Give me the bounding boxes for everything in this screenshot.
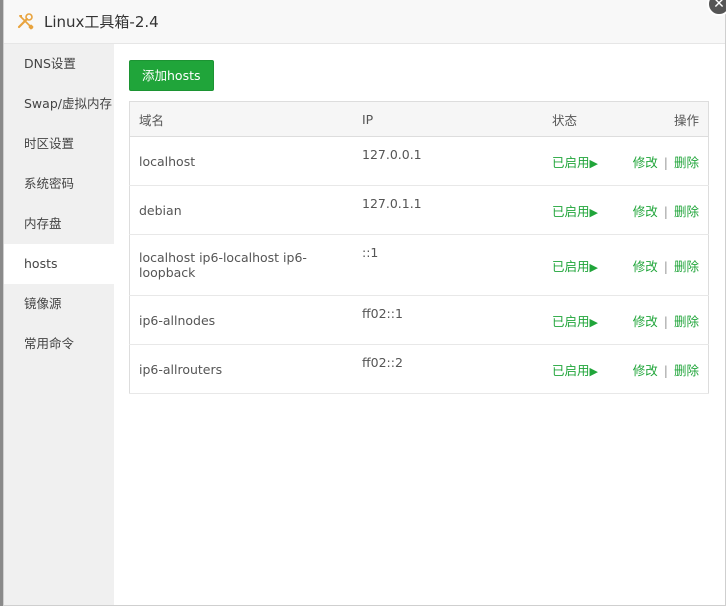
linux-toolbox-dialog: Linux工具箱-2.4 DNS设置 Swap/虚拟内存 时区设置 系统密码 内… bbox=[3, 0, 726, 606]
sidebar-item-dns[interactable]: DNS设置 bbox=[4, 44, 114, 84]
edit-link[interactable]: 修改 bbox=[633, 259, 658, 274]
table-row: localhost 127.0.0.1 已启用▶ 修改 | 删除 bbox=[129, 136, 709, 186]
domain-cell: localhost ip6-localhost ip6-loopback bbox=[129, 234, 353, 296]
ops-cell: 修改 | 删除 bbox=[614, 136, 709, 186]
delete-link[interactable]: 删除 bbox=[674, 155, 699, 170]
header-status: 状态 bbox=[543, 101, 615, 137]
dialog-title: Linux工具箱-2.4 bbox=[44, 13, 159, 31]
domain-cell: ip6-allrouters bbox=[129, 344, 353, 394]
status-toggle[interactable]: 已启用▶ bbox=[543, 234, 615, 296]
domain-cell: debian bbox=[129, 185, 353, 235]
ops-cell: 修改 | 删除 bbox=[614, 295, 709, 345]
sidebar-item-ramdisk[interactable]: 内存盘 bbox=[4, 204, 114, 244]
sidebar-item-swap[interactable]: Swap/虚拟内存 bbox=[4, 84, 114, 124]
ops-cell: 修改 | 删除 bbox=[614, 234, 709, 296]
header-ops: 操作 bbox=[614, 101, 709, 137]
tools-icon bbox=[17, 12, 34, 29]
play-icon: ▶ bbox=[589, 205, 598, 219]
ip-cell: 127.0.0.1 bbox=[353, 136, 543, 186]
table-row: debian 127.0.1.1 已启用▶ 修改 | 删除 bbox=[129, 185, 709, 235]
ops-cell: 修改 | 删除 bbox=[614, 344, 709, 394]
ops-cell: 修改 | 删除 bbox=[614, 185, 709, 235]
add-hosts-button[interactable]: 添加hosts bbox=[129, 60, 214, 91]
delete-link[interactable]: 删除 bbox=[674, 363, 699, 378]
play-icon: ▶ bbox=[589, 315, 598, 329]
sidebar: DNS设置 Swap/虚拟内存 时区设置 系统密码 内存盘 hosts 镜像源 … bbox=[4, 44, 114, 605]
delete-link[interactable]: 删除 bbox=[674, 204, 699, 219]
table-row: ip6-allnodes ff02::1 已启用▶ 修改 | 删除 bbox=[129, 295, 709, 345]
close-icon: ✕ bbox=[713, 0, 725, 12]
edit-link[interactable]: 修改 bbox=[633, 314, 658, 329]
domain-cell: ip6-allnodes bbox=[129, 295, 353, 345]
play-icon: ▶ bbox=[589, 364, 598, 378]
table-header-row: 域名 IP 状态 操作 bbox=[129, 101, 709, 137]
header-ip: IP bbox=[353, 101, 543, 137]
ip-cell: ::1 bbox=[353, 234, 543, 296]
edit-link[interactable]: 修改 bbox=[633, 155, 658, 170]
table-row: ip6-allrouters ff02::2 已启用▶ 修改 | 删除 bbox=[129, 344, 709, 394]
header-domain: 域名 bbox=[129, 101, 353, 137]
edit-link[interactable]: 修改 bbox=[633, 204, 658, 219]
play-icon: ▶ bbox=[589, 156, 598, 170]
dialog-titlebar: Linux工具箱-2.4 bbox=[4, 0, 725, 44]
table-row: localhost ip6-localhost ip6-loopback ::1… bbox=[129, 234, 709, 296]
sidebar-item-timezone[interactable]: 时区设置 bbox=[4, 124, 114, 164]
domain-cell: localhost bbox=[129, 136, 353, 186]
delete-link[interactable]: 删除 bbox=[674, 314, 699, 329]
status-toggle[interactable]: 已启用▶ bbox=[543, 344, 615, 394]
sidebar-item-mirror[interactable]: 镜像源 bbox=[4, 284, 114, 324]
status-toggle[interactable]: 已启用▶ bbox=[543, 295, 615, 345]
hosts-panel: 添加hosts 域名 IP 状态 操作 localhost 127.0.0.1 … bbox=[114, 44, 725, 605]
delete-link[interactable]: 删除 bbox=[674, 259, 699, 274]
status-toggle[interactable]: 已启用▶ bbox=[543, 136, 615, 186]
hosts-table: 域名 IP 状态 操作 localhost 127.0.0.1 已启用▶ 修改 |… bbox=[129, 101, 709, 394]
ip-cell: ff02::1 bbox=[353, 295, 543, 345]
sidebar-item-commands[interactable]: 常用命令 bbox=[4, 324, 114, 364]
ip-cell: 127.0.1.1 bbox=[353, 185, 543, 235]
sidebar-item-password[interactable]: 系统密码 bbox=[4, 164, 114, 204]
sidebar-item-hosts[interactable]: hosts bbox=[4, 244, 114, 284]
edit-link[interactable]: 修改 bbox=[633, 363, 658, 378]
status-toggle[interactable]: 已启用▶ bbox=[543, 185, 615, 235]
play-icon: ▶ bbox=[589, 260, 598, 274]
ip-cell: ff02::2 bbox=[353, 344, 543, 394]
